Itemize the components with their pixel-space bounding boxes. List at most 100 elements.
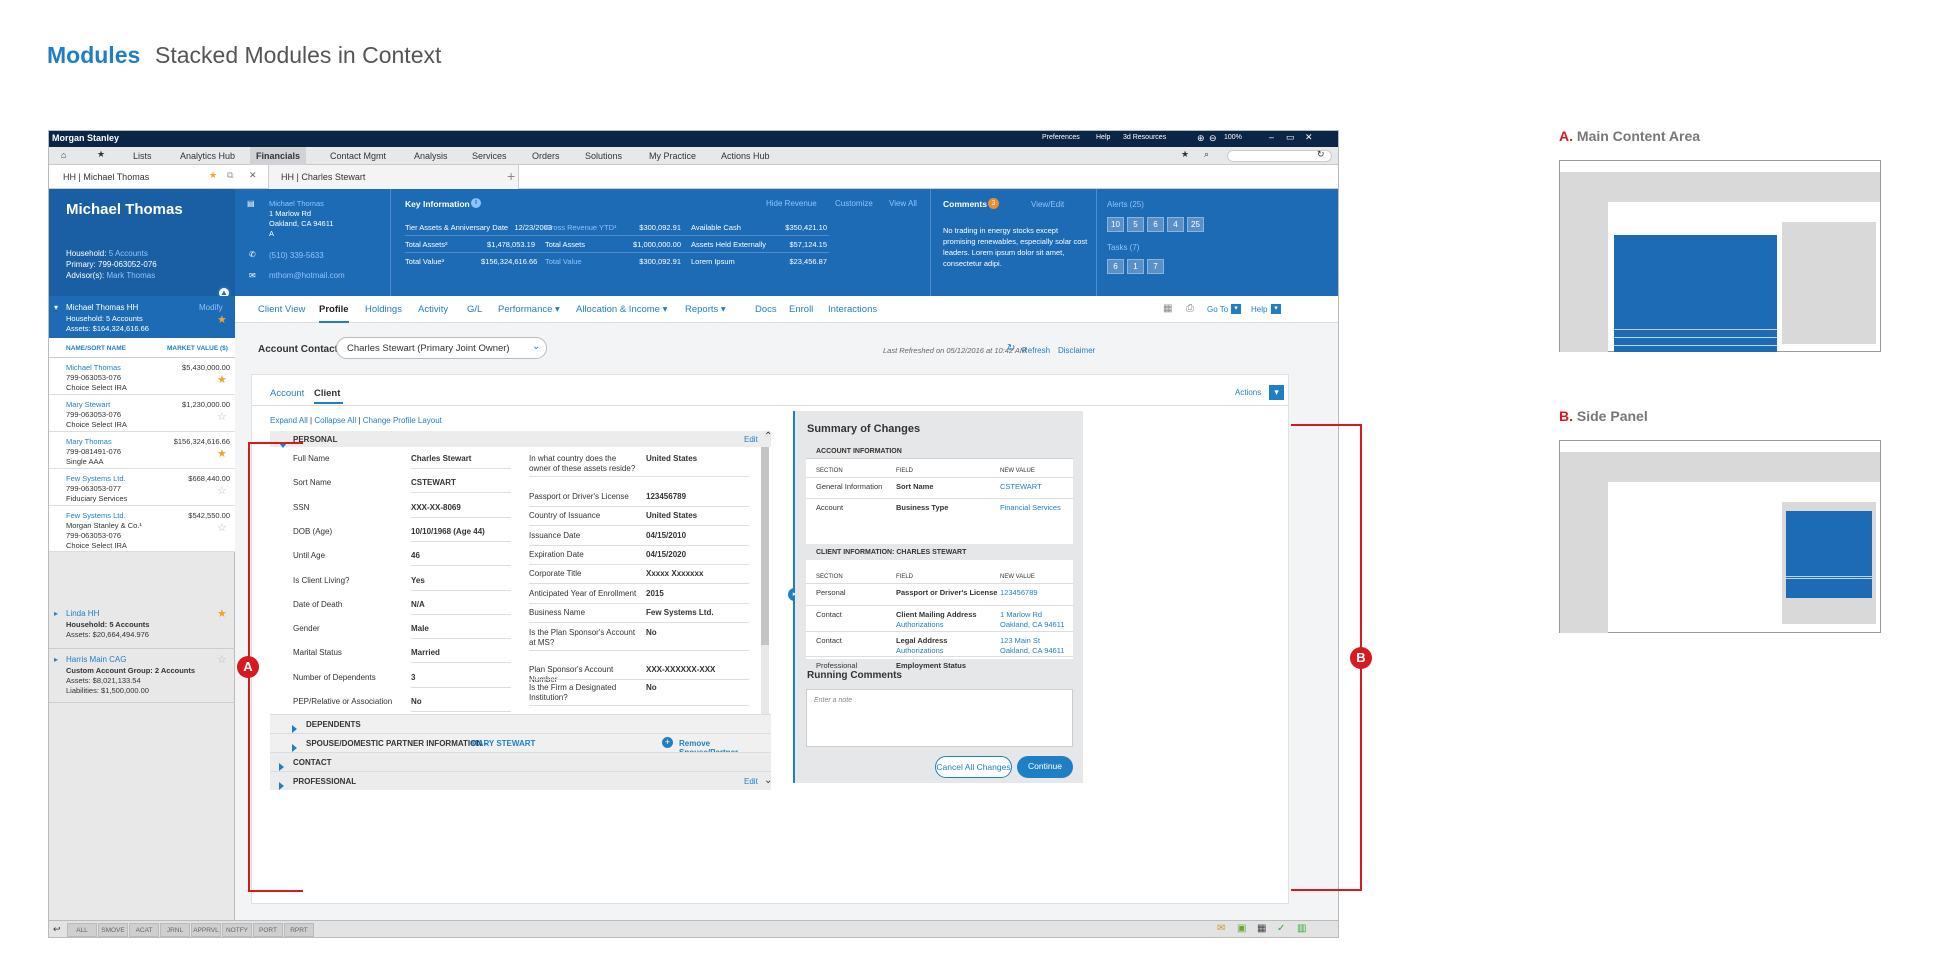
subnav-item-profile[interactable]: Profile [319,304,349,315]
alert-count-box[interactable]: 6 [1147,217,1164,232]
tab-close-icon[interactable]: ✕ [249,170,257,181]
alerts-title[interactable]: Alerts (25) [1107,200,1144,209]
chevron-down-icon[interactable]: ⌄ [764,775,772,786]
household-linda[interactable]: ▸ Linda HH Household: 5 Accounts Assets:… [49,603,235,649]
bottom-tab-all[interactable]: ALL [67,923,97,937]
subnav-item-enroll[interactable]: Enroll [789,304,813,315]
nav-item-orders[interactable]: Orders [532,151,560,161]
refresh-link[interactable]: Refresh [1022,346,1050,355]
back-arrow-icon[interactable]: ↩ [53,924,61,935]
change-new-value[interactable]: 123 Main St [1000,636,1040,645]
print-icon[interactable]: ⎙ [1186,303,1194,314]
popout-icon[interactable]: ⧉ [227,170,233,181]
home-icon[interactable]: ⌂ [61,150,66,160]
bottom-tab-port[interactable]: PORT [253,923,283,937]
chevron-down-icon[interactable]: ▾ [1231,304,1241,314]
bottom-tab-notfy[interactable]: NOTFY [222,923,252,937]
contact-name[interactable]: Michael Thomas [269,199,334,209]
disclaimer-link[interactable]: Disclaimer [1058,346,1095,355]
spouse-section[interactable]: SPOUSE/DOMESTIC PARTNER INFORMATION - MA… [270,733,771,757]
favorites-star-icon[interactable]: ★ [1181,149,1189,160]
view-all-link[interactable]: View All [889,199,917,208]
expand-caret-icon[interactable]: ▸ [54,609,58,618]
change-new-value-line2[interactable]: Oakland, CA 94611 [1000,646,1065,655]
maximize-icon[interactable]: ▭ [1286,132,1295,143]
subnav-item-clientview[interactable]: Client View [258,304,305,315]
expand-caret-icon[interactable]: ▾ [54,303,58,312]
continue-button[interactable]: Continue [1017,756,1073,778]
preferences-link[interactable]: Preferences [1042,134,1080,141]
subnav-item-allocationincome[interactable]: Allocation & Income ▾ [576,304,667,315]
info-icon[interactable]: i [471,198,481,208]
favorite-star-outline-icon[interactable]: ☆ [217,410,227,423]
favorite-star-icon[interactable]: ★ [217,607,227,620]
favorite-star-outline-icon[interactable]: ☆ [217,484,227,497]
advisor-link[interactable]: Mark Thomas [106,271,155,280]
subnav-item-activity[interactable]: Activity [418,304,448,315]
change-new-value[interactable]: Financial Services [1000,503,1061,512]
subnav-item-interactions[interactable]: Interactions [828,304,877,315]
bottom-tab-rprt[interactable]: RPRT [284,923,314,937]
change-new-value[interactable]: 1 Marlow Rd [1000,610,1042,619]
zoom-in-icon[interactable]: ⊕ [1197,133,1205,144]
hide-revenue-link[interactable]: Hide Revenue [766,199,817,208]
document-icon[interactable]: ▣ [1237,923,1246,934]
actions-menu[interactable]: Actions [1235,388,1261,397]
refresh-icon[interactable]: ↻ [1007,343,1015,354]
collapse-all-link[interactable]: Collapse All [314,416,356,425]
alert-count-box[interactable]: 10 [1107,217,1124,232]
account-name[interactable]: Michael Thomas [66,363,121,372]
scrollbar-track[interactable] [761,447,769,714]
account-row[interactable]: Mary Thomas 799-081491-076 Single AAA $156,… [49,432,235,469]
change-layout-link[interactable]: Change Profile Layout [363,416,442,425]
zoom-level[interactable]: 100% [1224,134,1242,141]
remove-icon[interactable]: + [662,737,673,748]
print-preview-icon[interactable]: ▦ [1163,303,1172,314]
subnav-item-holdings[interactable]: Holdings [365,304,402,315]
cancel-all-changes-button[interactable]: Cancel All Changes [935,756,1012,778]
household-accounts-link[interactable]: 5 Accounts [109,249,148,258]
bottom-tab-acat[interactable]: ACAT [129,923,159,937]
alert-count-box[interactable]: 25 [1187,217,1204,232]
zoom-out-icon[interactable]: ⊖ [1209,133,1217,144]
nav-item-analysis[interactable]: Analysis [414,151,448,161]
inner-tab-client[interactable]: Client [314,388,340,399]
spouse-name-link[interactable]: MARY STEWART [471,739,535,748]
change-new-value[interactable]: 123456789 [1000,588,1038,597]
task-count-box[interactable]: 7 [1147,259,1164,274]
dependents-section[interactable]: DEPENDENTS [270,714,771,733]
mail-icon[interactable]: ✉ [1217,923,1225,934]
bottom-tab-apprvl[interactable]: APPRVL [191,923,221,937]
tasks-title[interactable]: Tasks (7) [1107,243,1139,252]
modify-link[interactable]: Modify [199,303,223,312]
professional-edit-link[interactable]: Edit [744,777,758,786]
favorite-star-icon[interactable]: ★ [217,373,227,386]
expand-caret-icon[interactable]: ▸ [54,655,58,664]
account-name[interactable]: Few Systems Ltd. [66,511,126,520]
task-count-box[interactable]: 1 [1127,259,1144,274]
search-icon[interactable]: ⌕ [1204,149,1209,160]
authorizations-link[interactable]: Authorizations [896,646,944,655]
authorizations-link[interactable]: Authorizations [896,620,944,629]
personal-section-header[interactable]: PERSONAL Edit ⌃ [270,431,772,448]
account-row[interactable]: Few Systems Ltd. 799-063053-077 Fiduciary … [49,469,235,506]
account-row[interactable]: Mary Stewart 799-063053-076 Choice Select … [49,395,235,432]
bottom-tab-jrnl[interactable]: JRNL [160,923,190,937]
chart-icon[interactable]: ▥ [1297,923,1306,934]
customize-link[interactable]: Customize [835,199,873,208]
contact-phone[interactable]: (510) 339-5633 [269,251,324,260]
task-count-box[interactable]: 6 [1107,259,1124,274]
alert-count-box[interactable]: 4 [1167,217,1184,232]
change-new-value[interactable]: CSTEWART [1000,482,1042,491]
tab-michael-thomas[interactable]: HH | Michael Thomas ★ ⧉ ✕ [49,165,269,189]
account-row[interactable]: Few Systems Ltd. Morgan Stanley & Co.¹ 799… [49,506,235,552]
subnav-item-performance[interactable]: Performance ▾ [498,304,560,315]
nav-item-solutions[interactable]: Solutions [585,151,622,161]
nav-item-actions-hub[interactable]: Actions Hub [721,151,770,161]
professional-section[interactable]: PROFESSIONAL Edit ⌄ [270,771,772,790]
contact-section[interactable]: CONTACT [270,752,771,771]
scrollbar-thumb[interactable] [761,447,769,645]
account-row[interactable]: Michael Thomas 799-063053-076 Choice Selec… [49,358,235,395]
bottom-tab-smove[interactable]: SMOVE [98,923,128,937]
tab-charles-stewart[interactable]: HH | Charles Stewart [269,165,519,189]
